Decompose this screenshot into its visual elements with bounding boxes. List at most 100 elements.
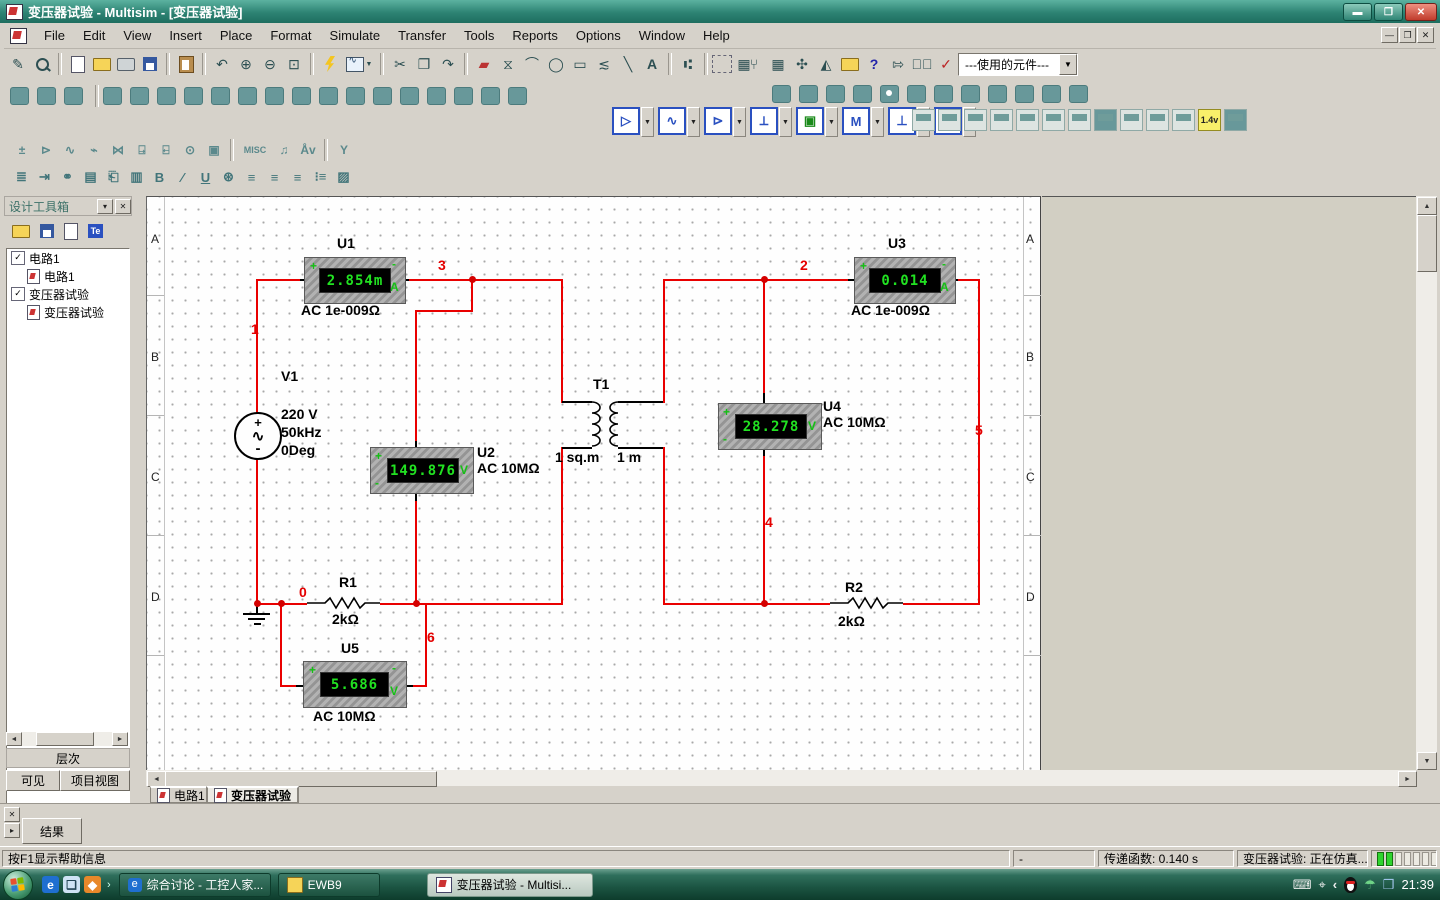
scroll-right-icon[interactable]: ► [1398,771,1417,787]
text-icon[interactable]: A [640,52,664,76]
database-icon[interactable]: ▦ [766,52,790,76]
virtual-audio-icon[interactable]: ♫ [272,139,296,161]
tab-project-view[interactable]: 项目视图 [60,770,130,791]
toolbar-block-icon[interactable] [934,85,953,103]
wire[interactable] [561,447,563,605]
toolbar-block-icon[interactable] [10,87,29,105]
wire[interactable] [256,279,258,414]
toolbar-block-icon[interactable] [826,85,845,103]
virtual-misc-icon[interactable]: MISC [238,139,272,161]
u4-setting[interactable]: AC 10MΩ [823,414,886,430]
canvas-hscrollbar[interactable]: ◄ ► [146,770,1416,786]
menu-place[interactable]: Place [211,25,262,46]
tab-visible[interactable]: 可见 [6,770,60,791]
scroll-thumb[interactable] [36,732,94,746]
image-icon[interactable]: ▤ [79,166,102,188]
italic-icon[interactable]: ∕ [171,166,194,188]
line-icon[interactable]: ╲ [616,52,640,76]
graphics-icon[interactable]: ⚭ [56,166,79,188]
toolbar-block-icon[interactable] [988,85,1007,103]
menu-window[interactable]: Window [630,25,694,46]
u3-ref[interactable]: U3 [888,235,906,251]
wire[interactable] [280,685,296,687]
wire[interactable] [663,603,830,605]
scroll-left-icon[interactable]: ◄ [6,732,22,746]
net-label-6[interactable]: 6 [427,629,435,645]
wire[interactable] [280,603,282,687]
quicklaunch-desktop-icon[interactable]: ❏ [63,876,80,893]
canvas-vscrollbar[interactable]: ▲ ▼ [1416,196,1437,770]
results-close-icon[interactable]: ✕ [4,807,20,822]
menu-transfer[interactable]: Transfer [389,25,455,46]
virtual-source-icon[interactable]: ± [10,139,34,161]
t1-secondary-label[interactable]: 1 m [617,449,641,465]
virtual-transistor-icon[interactable]: ⋈ [106,139,130,161]
toolbar-block-icon[interactable] [37,87,56,105]
voltmeter-u5[interactable]: + - V 5.686 [303,661,407,708]
results-expand-icon[interactable]: ▸ [4,823,20,838]
wire[interactable] [415,310,417,441]
dropdown-arrow-icon[interactable]: ▼ [1059,54,1077,75]
resistor-r1[interactable] [307,596,380,610]
wire[interactable] [663,447,665,605]
tree-item-transformer-test[interactable]: ✓ 变压器试验 [7,285,129,303]
u4-ref[interactable]: U4 [823,398,841,414]
hierarchy-icon[interactable]: ⑆ [676,52,700,76]
scroll-right-icon[interactable]: ► [112,732,128,746]
toolbox-open-icon[interactable] [12,225,30,238]
scroll-down-icon[interactable]: ▼ [1417,752,1437,770]
hscroll-thumb[interactable] [165,771,437,787]
picture-icon[interactable]: ▨ [332,166,355,188]
logic-converter-icon[interactable] [1146,109,1169,131]
r1-value[interactable]: 2kΩ [332,611,359,627]
virtual-meter-icon[interactable]: Åv [296,139,320,161]
bode-plotter-icon[interactable] [1042,109,1065,131]
tree-item-circuit1-sheet[interactable]: 电路1 [7,267,129,285]
tray-mic-icon[interactable]: ⌖ [1318,877,1325,893]
logic-analyzer-icon[interactable] [1120,109,1143,131]
r2-value[interactable]: 2kΩ [838,613,865,629]
zoom-full-icon[interactable]: ⊡ [282,52,306,76]
help-icon[interactable]: ? [862,52,886,76]
selection-rect-icon[interactable] [712,55,732,73]
multimeter-instrument-icon[interactable] [912,109,935,131]
virtual-ttl-icon[interactable]: ⍈ [130,139,154,161]
toolbar-block-icon[interactable] [373,87,392,105]
net-names-icon[interactable]: ≣ [10,166,33,188]
menu-reports[interactable]: Reports [503,25,567,46]
menu-tools[interactable]: Tools [455,25,503,46]
virtual-motor-icon[interactable]: ⊙ [178,139,202,161]
u2-ref[interactable]: U2 [477,444,495,460]
toolbox-new-icon[interactable] [64,223,78,240]
mdi-minimize-button[interactable]: — [1381,27,1398,43]
u5-setting[interactable]: AC 10MΩ [313,708,376,724]
zoom-out-icon[interactable]: ⊖ [258,52,282,76]
toolbar-block-icon[interactable] [799,85,818,103]
toolbar-block-icon[interactable] [64,87,83,105]
toolbar-block-icon[interactable] [907,85,926,103]
color-icon[interactable]: ▰ [472,52,496,76]
wire-mode-icon[interactable]: ⇥ [33,166,56,188]
ammeter-u3[interactable]: + - A 0.014 [854,257,956,304]
component-wizard-icon[interactable]: ✣ [790,52,814,76]
toolbox-close-icon[interactable]: ✕ [115,199,131,214]
oscilloscope-icon[interactable] [990,109,1013,131]
scroll-up-icon[interactable]: ▲ [1417,197,1437,215]
frequency-counter-icon[interactable] [1068,109,1091,131]
quicklaunch-expand-icon[interactable]: › [107,879,111,891]
resistor-r2[interactable] [830,596,903,610]
toolbar-block-icon[interactable] [481,87,500,105]
menu-edit[interactable]: Edit [74,25,114,46]
redo-icon[interactable]: ↷ [436,52,460,76]
menu-help[interactable]: Help [694,25,739,46]
print-icon[interactable] [114,52,138,76]
wire[interactable] [763,455,765,605]
design-toolbox-titlebar[interactable]: 设计工具箱 ▾ ✕ [4,196,132,216]
scroll-left-icon[interactable]: ◄ [147,771,166,787]
menu-insert[interactable]: Insert [160,25,211,46]
virtual-cmos-icon[interactable]: ⍇ [154,139,178,161]
align-center-icon[interactable]: ≡ [263,166,286,188]
hourglass-icon[interactable]: ⧖ [496,52,520,76]
tray-collapse-icon[interactable]: ‹ [1333,877,1337,892]
toolbox-te-icon[interactable]: Te [88,224,103,238]
